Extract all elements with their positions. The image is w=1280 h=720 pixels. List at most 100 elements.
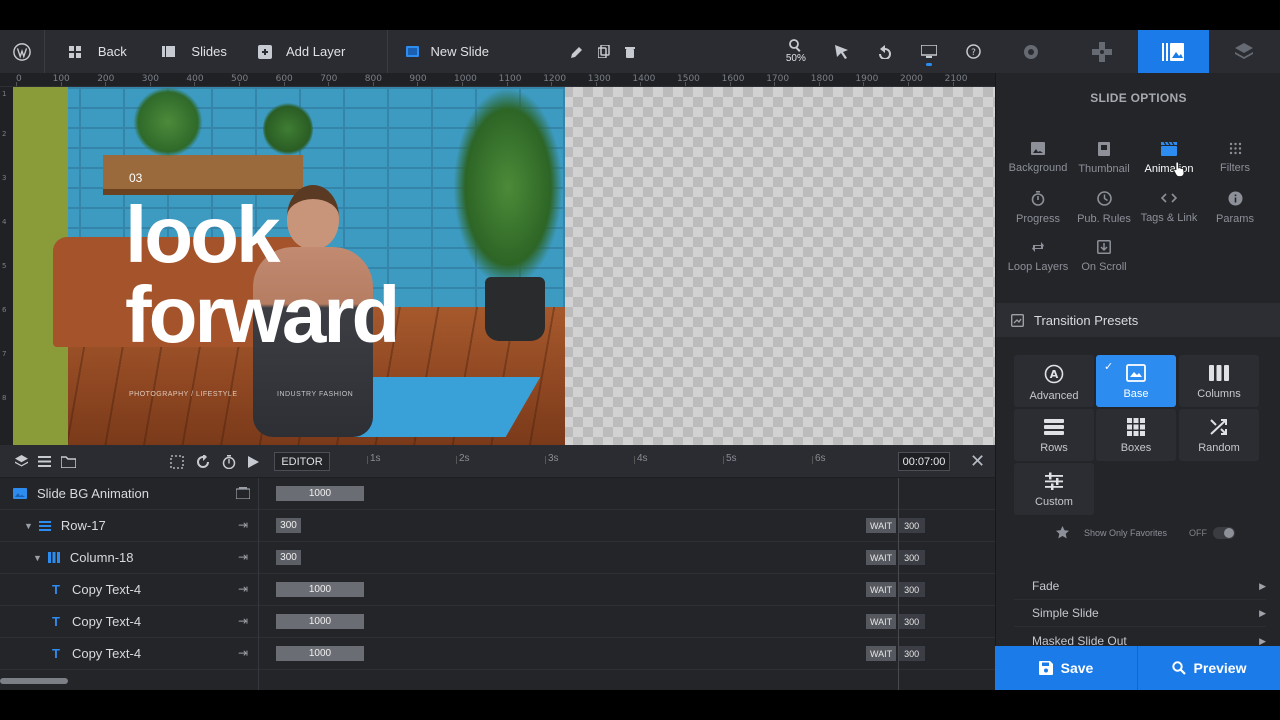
timeline-scrollbar[interactable]: [0, 678, 68, 684]
play-icon[interactable]: [248, 455, 259, 468]
slide-number-layer[interactable]: 03: [129, 171, 142, 185]
help-button[interactable]: ?: [951, 30, 995, 73]
close-timeline-icon[interactable]: ✕: [970, 452, 985, 470]
animation-bar[interactable]: 1000: [276, 582, 364, 597]
ruler-tick: [239, 82, 240, 86]
layer-name: Row-17: [60, 518, 106, 533]
loop-icon: [1032, 242, 1044, 252]
wordpress-logo-button[interactable]: [0, 30, 44, 73]
device-desktop-button[interactable]: [907, 30, 951, 73]
vertical-ruler: 12345678: [0, 87, 13, 445]
slide-name[interactable]: New Slide: [388, 30, 563, 73]
option-on-scroll[interactable]: On Scroll: [1071, 240, 1137, 273]
ruler-tick-label: 1900: [855, 74, 879, 84]
tab-slide-options[interactable]: [1137, 30, 1209, 73]
collapse-arrow-icon[interactable]: ▼: [24, 521, 33, 531]
selection-icon[interactable]: [170, 454, 184, 469]
preset-columns[interactable]: Columns: [1179, 355, 1259, 407]
animation-bar[interactable]: 300: [276, 518, 301, 533]
animation-bar[interactable]: 1000: [276, 614, 364, 629]
option-filters[interactable]: Filters: [1202, 142, 1268, 174]
headline-layer[interactable]: look forward: [125, 195, 400, 355]
animation-bar[interactable]: 1000: [276, 646, 364, 661]
playhead-line[interactable]: [898, 478, 899, 690]
favorites-toggle[interactable]: OFF: [1189, 527, 1235, 539]
preset-random[interactable]: Random: [1179, 409, 1259, 461]
transition-presets-header[interactable]: Transition Presets: [996, 303, 1280, 337]
row-label: T Copy Text-4: [0, 606, 258, 637]
slide-canvas[interactable]: 03 look forward PHOTOGRAPHY / LIFESTYLE …: [13, 87, 995, 445]
tab-navigation[interactable]: [1066, 30, 1137, 73]
back-button[interactable]: Back: [45, 30, 163, 73]
option-pub-rules[interactable]: Pub. Rules: [1071, 191, 1137, 225]
option-tags-link[interactable]: Tags & Link: [1136, 191, 1202, 224]
option-animation[interactable]: Animation: [1136, 142, 1202, 175]
preset-custom[interactable]: Custom: [1014, 463, 1094, 515]
rewind-icon[interactable]: [196, 454, 210, 469]
undo-button[interactable]: [864, 30, 908, 73]
end-arrow-icon[interactable]: ⇥: [238, 582, 248, 596]
timer-icon[interactable]: [222, 454, 236, 469]
edit-slide-button[interactable]: [564, 30, 591, 73]
wait-marker[interactable]: WAIT 300: [866, 614, 926, 629]
columns-icon: [1209, 365, 1229, 381]
option-loop-layers[interactable]: Loop Layers: [1005, 240, 1071, 273]
preset-rows[interactable]: Rows: [1014, 409, 1094, 461]
end-arrow-icon[interactable]: ⇥: [238, 518, 248, 532]
caption-left-layer[interactable]: PHOTOGRAPHY / LIFESTYLE: [129, 391, 238, 398]
tab-layers[interactable]: [1209, 30, 1280, 73]
preset-base[interactable]: ✓ Base: [1096, 355, 1176, 407]
end-arrow-icon[interactable]: ⇥: [238, 646, 248, 660]
favorites-filter[interactable]: Show Only Favorites: [1056, 526, 1167, 539]
preview-button[interactable]: Preview: [1137, 646, 1280, 690]
row-split: [258, 510, 259, 542]
preset-boxes[interactable]: Boxes: [1096, 409, 1176, 461]
transition-group-simple-slide[interactable]: Simple Slide ▶: [1014, 600, 1266, 627]
select-tool-button[interactable]: [820, 30, 864, 73]
timeline-row[interactable]: ▼ Row-17 ⇥ 300 WAIT 300: [0, 510, 995, 542]
animation-bar[interactable]: 1000: [276, 486, 364, 501]
media-icon[interactable]: [236, 487, 250, 499]
end-arrow-icon[interactable]: ⇥: [238, 614, 248, 628]
folder-icon[interactable]: [61, 455, 76, 468]
zoom-control[interactable]: 50%: [772, 30, 820, 73]
ruler-tick: [149, 82, 151, 86]
option-params[interactable]: Params: [1202, 191, 1268, 225]
end-arrow-icon[interactable]: ⇥: [238, 550, 248, 564]
transition-group-fade[interactable]: Fade ▶: [1014, 573, 1266, 600]
wait-marker[interactable]: WAIT 300: [866, 550, 926, 565]
current-time[interactable]: 00:07:00: [898, 452, 950, 471]
collapse-arrow-icon[interactable]: ▼: [33, 553, 42, 563]
wait-label: WAIT: [866, 646, 897, 661]
slides-button[interactable]: Slides: [162, 30, 258, 73]
wait-marker[interactable]: WAIT 300: [866, 518, 926, 533]
preset-advanced[interactable]: A Advanced: [1014, 355, 1094, 407]
wait-marker[interactable]: WAIT 300: [866, 646, 926, 661]
option-thumbnail[interactable]: Thumbnail: [1071, 142, 1137, 175]
delete-slide-button[interactable]: [617, 30, 643, 73]
animation-bar[interactable]: 300: [276, 550, 301, 565]
timeline-row[interactable]: ▼ Column-18 ⇥ 300 WAIT 300: [0, 542, 995, 574]
ruler-tick: [328, 82, 330, 86]
wordpress-icon: [13, 42, 31, 61]
caption-right-layer[interactable]: INDUSTRY FASHION: [277, 391, 353, 398]
duplicate-slide-button[interactable]: [591, 30, 617, 73]
time-tick: [634, 456, 635, 464]
svg-text:?: ?: [971, 48, 976, 58]
timeline-row[interactable]: T Copy Text-4 ⇥ 1000 WAIT 300: [0, 638, 995, 670]
option-progress[interactable]: Progress: [1005, 191, 1071, 225]
timeline-row[interactable]: T Copy Text-4 ⇥ 1000 WAIT 300: [0, 574, 995, 606]
sliders-icon: [1045, 472, 1063, 490]
option-background[interactable]: Background: [1005, 142, 1071, 174]
list-icon[interactable]: [38, 456, 51, 467]
tab-general-settings[interactable]: [995, 30, 1066, 73]
add-layer-button[interactable]: Add Layer: [258, 30, 387, 73]
top-toolbar: Back Slides Add Layer New Slide 50% ?: [0, 30, 995, 73]
timeline-row[interactable]: Slide BG Animation 1000: [0, 478, 995, 510]
layers-icon[interactable]: [15, 455, 28, 468]
editor-tab[interactable]: EDITOR: [274, 452, 330, 471]
transition-group-masked-slide-out[interactable]: Masked Slide Out ▶: [1014, 628, 1266, 646]
timeline-row[interactable]: T Copy Text-4 ⇥ 1000 WAIT 300: [0, 606, 995, 638]
save-button[interactable]: Save: [995, 646, 1137, 690]
wait-marker[interactable]: WAIT 300: [866, 582, 926, 597]
